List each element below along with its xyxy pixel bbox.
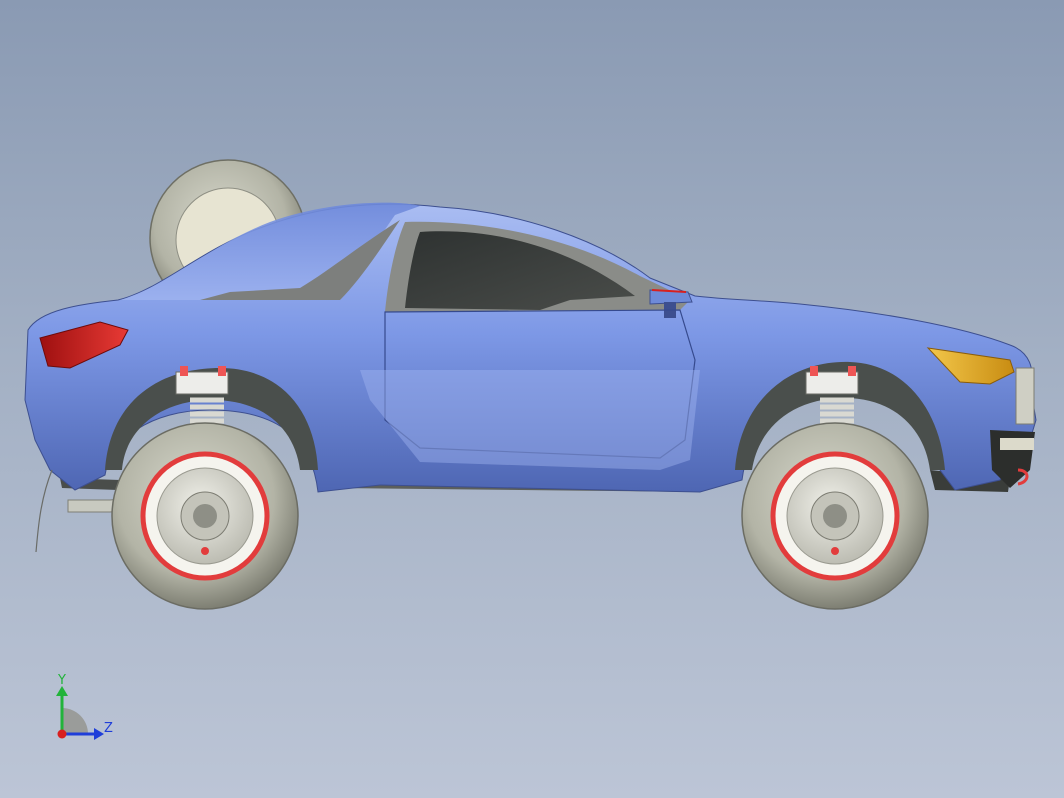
car-model-view[interactable] [0, 0, 1064, 798]
x-axis-dot [57, 729, 67, 739]
rear-wheel[interactable] [111, 422, 299, 610]
cad-viewport[interactable]: Y Z [0, 0, 1064, 798]
front-suspension [805, 366, 859, 424]
rear-suspension [175, 366, 229, 424]
front-wheel[interactable] [741, 422, 929, 610]
triad-quadrant [62, 708, 88, 734]
z-axis-label: Z [104, 721, 113, 736]
y-axis-label: Y [57, 673, 66, 688]
orientation-triad[interactable]: Y Z [40, 672, 130, 752]
